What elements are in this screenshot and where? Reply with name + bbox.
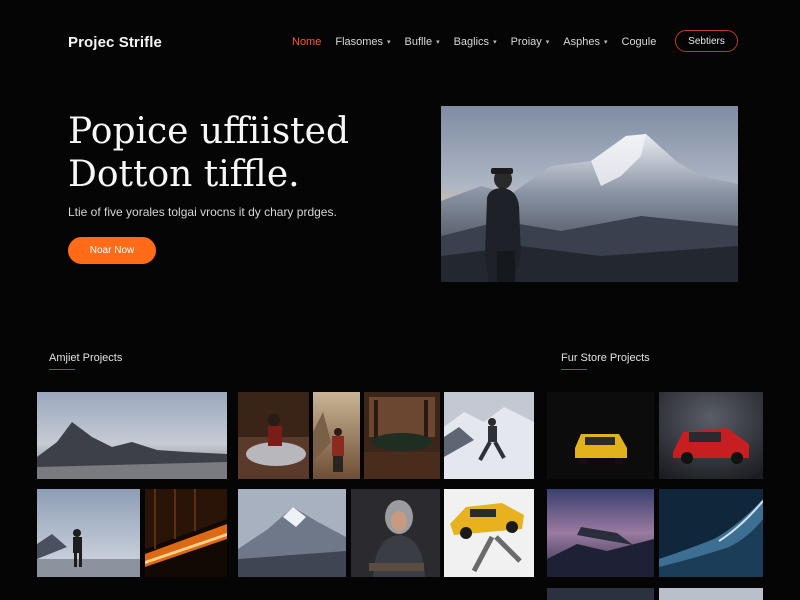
mountain-hiker-image <box>441 106 738 282</box>
project-tile[interactable] <box>145 489 227 577</box>
walker-image <box>37 489 140 577</box>
red-car-image <box>659 392 763 479</box>
light-trail-image <box>145 489 227 577</box>
nav-item-baglics[interactable]: Baglics ▾ <box>454 36 497 48</box>
chevron-down-icon: ▾ <box>603 39 608 46</box>
project-tile[interactable] <box>37 392 227 479</box>
nav-item-nome[interactable]: Nome <box>292 36 321 48</box>
store-tile[interactable] <box>659 489 763 577</box>
project-tile[interactable] <box>238 489 346 577</box>
hero-image <box>441 106 738 282</box>
nav-item-asphes[interactable]: Asphes ▾ <box>563 36 607 48</box>
yellow-car-image <box>547 392 654 479</box>
wave-image <box>659 489 763 577</box>
section-underline <box>561 369 587 370</box>
chevron-down-icon: ▾ <box>436 39 440 46</box>
nav-item-label: Proiay <box>510 36 542 48</box>
nav-item-cogule[interactable]: Cogule <box>622 36 657 48</box>
top-nav: Projec Strifle Nome Flasomes ▾ Buflle ▾ … <box>0 0 800 84</box>
project-tile[interactable] <box>238 392 309 479</box>
cta-button[interactable]: Noar Now <box>68 237 156 264</box>
store-tile[interactable] <box>547 392 654 479</box>
hero-title-line: Popice uffiisted <box>68 111 349 152</box>
yellow-car-action-image <box>444 489 534 577</box>
nav-item-proiay[interactable]: Proiay ▾ <box>511 36 550 48</box>
store-tile[interactable] <box>547 489 654 577</box>
project-tile[interactable] <box>444 489 534 577</box>
car-rider-image <box>238 392 309 479</box>
store-tile[interactable] <box>547 588 654 600</box>
section-title-store: Fur Store Projects <box>561 352 650 364</box>
brand-logo[interactable]: Projec Strifle <box>68 34 162 51</box>
project-tile[interactable] <box>444 392 534 479</box>
hero-title-line: Dotton tiffle. <box>68 154 300 195</box>
store-tile[interactable] <box>659 588 763 600</box>
chevron-down-icon: ▾ <box>387 39 391 46</box>
nav-item-label: Asphes <box>563 36 600 48</box>
chevron-down-icon: ▾ <box>493 39 497 46</box>
nav-item-flasomes[interactable]: Flasomes ▾ <box>335 36 390 48</box>
section-underline <box>49 369 75 370</box>
project-tile[interactable] <box>351 489 440 577</box>
main-menu: Nome Flasomes ▾ Buflle ▾ Baglics ▾ Proia… <box>292 36 670 48</box>
aircraft-sunset-image <box>547 489 654 577</box>
store-tile[interactable] <box>659 392 763 479</box>
nav-item-label: Baglics <box>453 36 490 48</box>
person-desert-image <box>313 392 360 479</box>
chevron-down-icon: ▾ <box>545 39 550 46</box>
section-title-projects: Amjiet Projects <box>49 352 123 364</box>
nav-item-label: Nome <box>292 36 322 48</box>
landscape-image <box>37 392 227 479</box>
nav-item-label: Flasomes <box>335 36 384 48</box>
hero-subtitle: Ltie of five yorales tolgai vrocns it dy… <box>68 205 337 219</box>
settings-button[interactable]: Sebtiers <box>675 30 738 52</box>
hooded-person-image <box>351 489 440 577</box>
snow-runner-image <box>444 392 534 479</box>
nav-item-buflle[interactable]: Buflle ▾ <box>405 36 440 48</box>
car-interior-image <box>364 392 440 479</box>
hero-title: Popice uffiisted Dotton tiffle. <box>68 110 428 196</box>
nav-item-label: Buflle <box>404 36 433 48</box>
project-tile[interactable] <box>313 392 360 479</box>
nav-item-label: Cogule <box>621 36 657 48</box>
project-tile[interactable] <box>37 489 140 577</box>
mountain-image <box>238 489 346 577</box>
project-tile[interactable] <box>364 392 440 479</box>
